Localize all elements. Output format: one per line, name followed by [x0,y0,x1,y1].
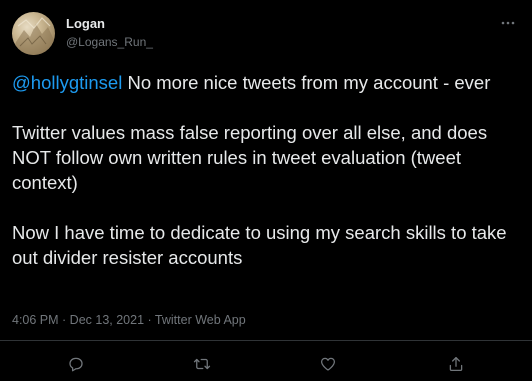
meta-separator: · [144,313,155,327]
like-button[interactable] [316,352,340,376]
avatar[interactable] [12,12,55,55]
tweet-paragraph-1: No more nice tweets from my account - ev… [122,72,491,93]
tweet-source[interactable]: Twitter Web App [155,313,246,327]
reply-button[interactable] [64,352,88,376]
tweet-date[interactable]: Dec 13, 2021 [70,313,144,327]
tweet-meta: 4:06 PM · Dec 13, 2021 · Twitter Web App [12,311,246,329]
tweet-time[interactable]: 4:06 PM [12,313,59,327]
tweet-paragraph-3: Now I have time to dedicate to using my … [12,222,512,268]
more-options-button[interactable] [498,13,518,33]
user-handle[interactable]: @Logans_Run_ [66,34,153,50]
mention-link[interactable]: @hollygtinsel [12,72,122,93]
display-name[interactable]: Logan [66,16,153,32]
share-icon [449,356,463,372]
tweet-text: @hollygtinsel No more nice tweets from m… [12,70,522,270]
share-button[interactable] [444,352,468,376]
retweet-button[interactable] [190,352,214,376]
more-horizontal-icon [501,21,515,25]
heart-icon [320,357,336,371]
tweet: Logan @Logans_Run_ @hollygtinsel No more… [0,0,532,381]
tweet-paragraph-2: Twitter values mass false reporting over… [12,122,493,193]
action-bar [0,352,532,376]
reply-icon [69,357,83,372]
meta-separator: · [58,313,70,327]
user-info: Logan @Logans_Run_ [66,16,153,50]
retweet-icon [193,358,211,370]
divider [0,340,532,341]
